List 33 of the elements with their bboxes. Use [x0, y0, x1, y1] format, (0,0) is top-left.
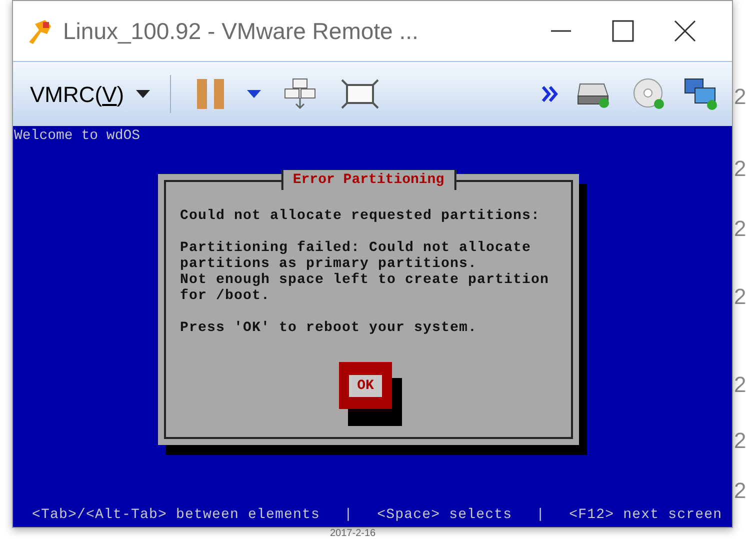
network-icon[interactable]	[684, 77, 718, 111]
double-chevron-icon[interactable]	[542, 86, 558, 102]
spreadsheet-cell-text: 2	[734, 283, 746, 311]
key-hint: <Space> selects	[377, 506, 512, 525]
separator-text: |	[536, 506, 546, 525]
fullscreen-icon[interactable]	[341, 79, 380, 109]
spreadsheet-cell-text: 2	[734, 427, 746, 455]
window-title: Linux_100.92 - VMware Remote ...	[63, 16, 418, 46]
message-line: Not enough space left to create partition	[180, 272, 550, 288]
spreadsheet-cell-text: 2	[734, 215, 746, 243]
close-icon[interactable]	[674, 20, 696, 42]
message-line: partitions as primary partitions.	[180, 256, 478, 272]
vmrc-menu-button[interactable]: VMRC(V)	[30, 78, 150, 110]
spreadsheet-cell-text: 2	[734, 83, 746, 111]
dialog-title: Error Partitioning	[280, 170, 456, 190]
console-text: Welcome to wdOS	[14, 127, 140, 146]
ok-button[interactable]: OK	[339, 362, 392, 409]
spreadsheet-cell-text: 2	[734, 371, 746, 399]
message-line: Press 'OK' to reboot your system.	[180, 320, 478, 336]
message-line: for /boot.	[180, 288, 270, 304]
maximize-icon[interactable]	[612, 20, 634, 42]
key-hint: <Tab>/<Alt-Tab> between elements	[32, 506, 320, 525]
message-line: Could not allocate requested partitions:	[180, 208, 540, 224]
keyboard-send-icon[interactable]	[283, 77, 318, 111]
spreadsheet-cell-text: 2	[734, 477, 746, 505]
separator-text: |	[344, 506, 354, 525]
key-hint: <F12> next screen	[569, 506, 722, 525]
spreadsheet-cell-text: 2	[734, 155, 746, 183]
message-line: Partitioning failed: Could not allocate	[180, 240, 532, 256]
cd-icon[interactable]	[632, 77, 666, 111]
dropdown-caret-icon[interactable]	[247, 90, 262, 98]
caret-icon	[136, 90, 150, 98]
spreadsheet-cell: 2017-2-16	[330, 528, 376, 539]
